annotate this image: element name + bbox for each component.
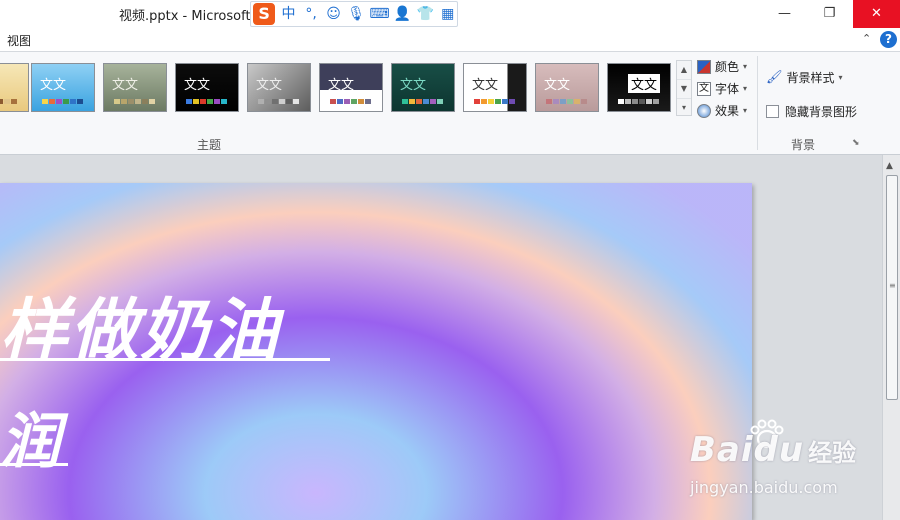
theme-color-swatches: [258, 99, 299, 104]
theme-thumbnail[interactable]: 文文: [391, 63, 455, 112]
ime-toolbox-icon[interactable]: ▦: [438, 4, 457, 24]
gallery-up-icon[interactable]: ▲: [677, 61, 691, 80]
ime-punctuation-button[interactable]: °,: [302, 4, 321, 24]
slide-canvas[interactable]: 样做奶油 润: [0, 183, 752, 520]
watermark-brand-2: du: [753, 430, 805, 470]
theme-thumbnail[interactable]: 文文: [175, 63, 239, 112]
theme-thumbnail-text: 文文: [256, 78, 283, 93]
grip-icon: ≡: [889, 281, 896, 290]
theme-thumbnail-text: 文文: [328, 78, 355, 93]
gallery-down-icon[interactable]: ▼: [677, 80, 691, 99]
theme-thumbnail[interactable]: 文文: [535, 63, 599, 112]
theme-fonts-label: 字体: [715, 82, 740, 96]
theme-color-swatches: [546, 99, 587, 104]
vertical-scrollbar[interactable]: ▲ ≡: [882, 155, 900, 520]
theme-color-swatches: [330, 99, 371, 104]
ime-toolbar[interactable]: S 中 °, ☺ 🎙 ⌨ 👤 👕 ▦: [250, 1, 458, 27]
gallery-more-icon[interactable]: ▾: [677, 99, 691, 117]
ime-skin-icon[interactable]: 👕: [416, 4, 435, 24]
title-underline-1: [0, 358, 330, 361]
baidu-jingyan-watermark: Baidu 经验 jingyan.baidu.com: [690, 430, 857, 497]
help-icon[interactable]: ?: [880, 31, 897, 48]
theme-color-swatches: [42, 99, 83, 104]
sogou-logo-icon[interactable]: S: [253, 3, 276, 25]
scroll-thumb[interactable]: ≡: [886, 175, 898, 400]
theme-color-swatches: [402, 99, 443, 104]
theme-effects-button[interactable]: 效果 ▾: [697, 102, 747, 119]
ime-chinese-mode-button[interactable]: 中: [279, 4, 298, 24]
theme-thumbnail-text: 文文: [628, 74, 661, 93]
ime-voice-icon[interactable]: 🎙: [347, 4, 366, 24]
theme-thumbnail[interactable]: 文文: [247, 63, 311, 112]
close-button[interactable]: ✕: [853, 0, 900, 28]
theme-thumbnail-text: 文文: [472, 78, 499, 93]
ime-user-icon[interactable]: 👤: [393, 4, 412, 24]
watermark-brand: Bai: [690, 430, 754, 470]
hide-background-graphics-checkbox[interactable]: 隐藏背景图形: [766, 103, 857, 120]
dialog-launcher-icon[interactable]: ⬊: [852, 138, 860, 148]
hide-background-label: 隐藏背景图形: [785, 105, 858, 119]
theme-thumbnail-text: 文文: [544, 78, 571, 93]
theme-color-swatches: [114, 99, 155, 104]
scroll-up-icon[interactable]: ▲: [886, 161, 893, 171]
themes-group-label: 主题: [197, 138, 222, 152]
group-divider: [757, 56, 758, 150]
window-title: 视频.pptx - Microsoft P: [119, 9, 263, 24]
effects-icon: [697, 103, 711, 118]
theme-effects-label: 效果: [715, 104, 740, 118]
theme-color-swatches: [0, 99, 17, 104]
fonts-icon: 文: [697, 81, 711, 96]
theme-thumbnail-text: 文文: [40, 78, 67, 93]
theme-color-swatches: [474, 99, 515, 104]
ribbon: 文文 文文 文文 文文 文文 文文 文文 文文 文文 ▲ ▼ ▾ 颜色 ▾ 文 字体 ▾ 效果 …: [0, 52, 900, 155]
background-styles-label: 背景样式: [786, 71, 835, 85]
ime-emoji-icon[interactable]: ☺: [324, 4, 343, 24]
colors-icon: [697, 59, 711, 74]
theme-gallery-scroll[interactable]: ▲ ▼ ▾: [676, 60, 692, 116]
theme-thumbnail[interactable]: 文文: [463, 63, 527, 112]
watermark-url: jingyan.baidu.com: [690, 478, 838, 497]
theme-fonts-button[interactable]: 文 字体 ▾: [697, 80, 747, 97]
theme-thumbnail-text: 文文: [112, 78, 139, 93]
ribbon-tab-row: 视图 ⌃ ?: [0, 28, 900, 52]
title-bar: 视频.pptx - Microsoft P S 中 °, ☺ 🎙 ⌨ 👤 👕 ▦…: [0, 0, 900, 28]
theme-thumbnail[interactable]: 文文: [607, 63, 671, 112]
theme-thumbnail[interactable]: 文文: [103, 63, 167, 112]
theme-thumbnail[interactable]: [0, 63, 29, 112]
background-group-label: 背景: [791, 138, 816, 152]
title-underline-2: [0, 463, 68, 466]
background-styles-button[interactable]: 🖌 背景样式 ▾: [766, 69, 843, 86]
theme-thumbnail-text: 文文: [184, 78, 211, 93]
restore-button[interactable]: ❐: [807, 0, 852, 28]
minimize-button[interactable]: —: [762, 0, 807, 28]
checkbox-box[interactable]: [766, 105, 779, 118]
ime-keyboard-icon[interactable]: ⌨: [369, 4, 389, 24]
theme-color-swatches: [186, 99, 227, 104]
watermark-cn: 经验: [808, 439, 857, 467]
paint-bucket-icon: 🖌: [766, 70, 783, 85]
theme-thumbnail-text: 文文: [400, 78, 427, 93]
tab-view[interactable]: 视图: [7, 32, 31, 49]
slide-title-line2[interactable]: 润: [0, 393, 60, 480]
theme-color-swatches: [618, 99, 659, 104]
theme-thumbnail[interactable]: 文文: [31, 63, 95, 112]
theme-colors-label: 颜色: [715, 60, 740, 74]
collapse-ribbon-icon[interactable]: ⌃: [862, 32, 871, 45]
theme-thumbnail[interactable]: 文文: [319, 63, 383, 112]
theme-colors-button[interactable]: 颜色 ▾: [697, 58, 747, 75]
